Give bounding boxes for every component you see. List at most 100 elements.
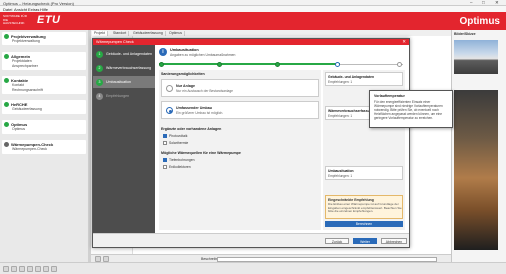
back-icon[interactable] — [11, 266, 17, 272]
option-title: Nur Anlage — [176, 83, 196, 88]
section-title: Ergänzte oder vorhandene Anlagen — [161, 127, 222, 131]
heat-pump-check-dialog: Wärmepumpen Check ✕ 1 Gebäude- und Anlag… — [92, 38, 410, 248]
sidebar-item-waermepumpen-check[interactable]: Wärmepumpen-Check — [12, 147, 47, 151]
sidebar-section-title: Optimus — [11, 121, 28, 127]
house-photo[interactable] — [454, 40, 498, 74]
sidebar-section-title: Allgemein — [11, 53, 31, 59]
company-logo: SOFTWARE FÜR DIE HAUSTECHNIK ETU — [3, 14, 77, 29]
step-subtitle: Angaben zu möglichen Umbaumaßnahmen — [170, 52, 236, 57]
wizard-progress — [159, 61, 403, 67]
home-icon[interactable] — [3, 266, 9, 272]
app-header: SOFTWARE FÜR DIE HAUSTECHNIK ETU Optimus — [0, 12, 506, 30]
sidebar-section-optimus[interactable]: Optimus Optimus — [2, 120, 86, 134]
recommendation-box: Eingeschränkte Empfehlung Die Einbau ein… — [325, 195, 403, 219]
sidebar-section-title: Wärmepumpen-Check — [11, 141, 54, 147]
tab-standort[interactable]: Standort — [111, 30, 130, 36]
photovoltaik-checkbox[interactable] — [163, 134, 167, 138]
sidebar-item-rechnungsanschrift[interactable]: Rechnungsanschrift — [12, 88, 43, 92]
checkbox-label: Tiefenbohrungen — [169, 158, 195, 162]
sidebar-section-allgemein[interactable]: Allgemein Projektdaten Ansprechpartner — [2, 52, 86, 70]
sidebar-section-waermepumpen-check[interactable]: Wärmepumpen-Check Wärmepumpen-Check — [2, 140, 86, 154]
next-button[interactable]: Weiter — [353, 238, 377, 244]
radio-button[interactable] — [166, 107, 173, 114]
maximize-button[interactable]: □ — [482, 0, 485, 5]
tab-gebaeudeerfassung[interactable]: Gebäudeerfassung — [131, 30, 166, 36]
tiefenbohrungen-checkbox[interactable] — [163, 158, 167, 162]
wizard-step-empfehlungen[interactable]: 4 Empfehlungen — [93, 90, 155, 102]
erdkollektoren-checkbox[interactable] — [163, 165, 167, 169]
check-icon: 3 — [96, 78, 103, 86]
progress-fill — [159, 63, 340, 65]
dialog-body: i Umbausituation Angaben zu möglichen Um… — [155, 45, 409, 233]
sidebar-item-gebaeudeerfassung[interactable]: Gebäudeerfassung — [12, 107, 42, 111]
tooltip-text: Für den energieeffizienten Einsatz einer… — [374, 100, 443, 120]
sidebar-section-title: Projektverwaltung — [11, 33, 46, 39]
sidebar-section-kontakte[interactable]: Kontakte Kontakt Rechnungsanschrift — [2, 76, 86, 94]
solarthermie-checkbox[interactable] — [163, 141, 167, 145]
tooltip-title: Vorlauftemperatur — [374, 94, 405, 98]
sidebar-section-herche[interactable]: HeRCHE Gebäudeerfassung — [2, 100, 86, 114]
tab-optimus[interactable]: Optimus — [167, 30, 186, 36]
sidebar-section-projektverwaltung[interactable]: Projektverwaltung Projektverwaltung — [2, 32, 86, 45]
settings-icon[interactable] — [43, 266, 49, 272]
dialog-title: Wärmepumpen Check — [96, 39, 134, 44]
check-icon: 2 — [96, 64, 103, 72]
step-label: Gebäude- und Anlagendaten — [106, 52, 152, 56]
progress-dot — [275, 61, 280, 67]
option-subtitle: Nur ein Austausch der Bestandsanlage — [176, 89, 233, 93]
sidebar-item-ansprechpartner[interactable]: Ansprechpartner — [12, 64, 38, 68]
summary-value: Empfehlungen: 1 — [328, 114, 353, 118]
step-content: Sanierungsmöglichkeiten Nur Anlage Nur e… — [159, 70, 321, 230]
sidebar-item-kontakt[interactable]: Kontakt — [12, 83, 24, 87]
sidebar-section-title: HeRCHE — [11, 101, 28, 107]
sidebar-item-optimus[interactable]: Optimus — [12, 127, 25, 131]
print-icon[interactable] — [35, 266, 41, 272]
checkbox-label: Erdkollektoren — [169, 165, 191, 169]
section-title: Sanierungsmöglichkeiten — [161, 72, 205, 76]
progress-dot — [217, 61, 222, 67]
summary-umbausituation[interactable]: Umbausituation Empfehlungen: 1 — [325, 166, 403, 180]
save-icon[interactable] — [27, 266, 33, 272]
progress-dot — [397, 61, 402, 67]
status-dot-icon — [4, 78, 9, 83]
sidebar-section-title: Kontakte — [11, 77, 29, 83]
logo-text: ETU — [37, 14, 61, 26]
step-title: Umbausituation — [170, 47, 199, 52]
wizard-step-waermeverbrauch[interactable]: 2 Wärmeverbrauchserfassung — [93, 62, 155, 74]
summary-title: Wärmeverbrauchserfassung — [328, 109, 374, 113]
option-subtitle: Ein größerer Umbau ist möglich. — [176, 111, 224, 115]
wizard-step-umbausituation[interactable]: 3 Umbausituation — [93, 76, 155, 88]
status-dot-icon — [4, 142, 9, 147]
info-icon: i — [159, 48, 167, 56]
step-label: Wärmeverbrauchserfassung — [106, 66, 152, 70]
window-title: Optimus – Heizungscheck (Pro Version) — [3, 0, 74, 6]
wizard-step-gebaeude[interactable]: 1 Gebäude- und Anlagendaten — [93, 48, 155, 60]
forward-icon[interactable] — [19, 266, 25, 272]
sidebar: Projektverwaltung Projektverwaltung Allg… — [0, 30, 88, 262]
option-nur-anlage[interactable]: Nur Anlage Nur ein Austausch der Bestand… — [161, 79, 319, 97]
recommendation-text: Die Einbau einer Wärmepumpe ist auf Grun… — [328, 202, 402, 214]
app-name: Optimus — [459, 16, 500, 27]
checkbox-label: Solarthermie — [169, 141, 189, 145]
sidebar-item-projektdaten[interactable]: Projektdaten — [12, 59, 32, 63]
cancel-button[interactable]: Abbrechen — [381, 238, 407, 244]
summary-gebaeude[interactable]: Gebäude- und Anlagendaten Empfehlungen: … — [325, 72, 403, 86]
help-icon[interactable] — [51, 266, 57, 272]
checkbox-label: Photovoltaik — [169, 134, 188, 138]
sidebar-item-projektverwaltung[interactable]: Projektverwaltung — [12, 39, 40, 43]
option-umfassender-umbau[interactable]: Umfassender Umbau Ein größerer Umbau ist… — [161, 101, 319, 119]
radio-button[interactable] — [166, 85, 173, 92]
step-info: i Umbausituation Angaben zu möglichen Um… — [155, 45, 409, 59]
tooltip: Vorlauftemperatur Für den energieeffizie… — [369, 90, 453, 128]
option-title: Umfassender Umbau — [176, 105, 212, 110]
description-input[interactable] — [217, 256, 437, 262]
section-title: Mögliche Wärmequellen für eine Wärmepump… — [161, 151, 241, 155]
back-button[interactable]: Zurück — [325, 238, 349, 244]
images-heading: Bilder/Skizze — [454, 32, 476, 36]
calculate-button[interactable]: Berechnen — [325, 221, 403, 227]
status-dot-icon — [4, 102, 9, 107]
interior-photo[interactable] — [454, 90, 498, 250]
minimize-button[interactable]: – — [470, 0, 473, 5]
tab-projekt[interactable]: Projekt — [92, 30, 108, 36]
progress-dot — [159, 61, 164, 67]
